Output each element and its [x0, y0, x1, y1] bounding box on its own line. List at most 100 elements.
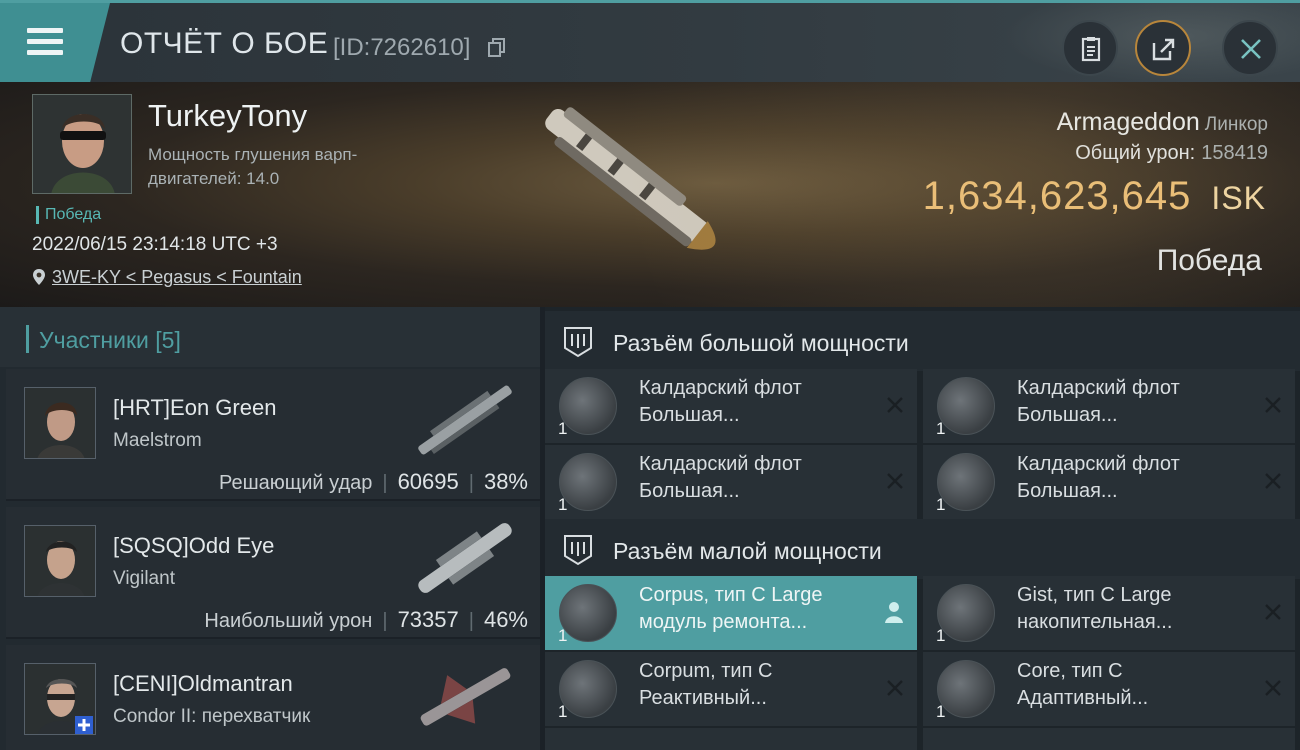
participant-damage: 73357 [397, 607, 459, 632]
module-name-line2: Большая... [639, 480, 740, 502]
module-item[interactable]: 1 Core, тип C Адаптивный... [923, 652, 1295, 726]
participant-row[interactable]: [SQSQ]Odd Eye Vigilant Наибольший урон | 7… [6, 507, 540, 639]
module-icon [937, 377, 995, 435]
module-name-line1: Corpum, тип C [639, 660, 773, 682]
module-name-line2: Большая... [1017, 480, 1118, 502]
location-link[interactable]: 3WE-KY < Pegasus < Fountain [52, 267, 302, 287]
slot-icon [564, 535, 592, 566]
clipboard-icon [1081, 37, 1101, 62]
participant-stats: Наибольший урон | 73357 | 46% [204, 607, 528, 632]
module-name-line2: накопительная... [1017, 611, 1173, 633]
participant-damage: 60695 [397, 469, 459, 494]
close-button[interactable] [1222, 20, 1278, 76]
module-qty: 1 [936, 495, 946, 514]
battle-result: Победа [1156, 244, 1262, 277]
copy-icon[interactable] [488, 38, 506, 58]
report-id: [ID:7262610] [333, 34, 471, 61]
ship-class: Линкор [1204, 114, 1268, 135]
kill-datetime: 2022/06/15 23:14:18 UTC +3 [32, 234, 278, 255]
page-title: ОТЧЁТ О БОЕ [120, 27, 329, 60]
module-item[interactable]: 1 Калдарский флот Большая... [923, 445, 1295, 519]
total-damage-label: Общий урон: [1075, 142, 1196, 164]
participant-ship-image [418, 385, 512, 455]
remove-icon[interactable] [885, 471, 905, 491]
participant-percent: 38% [483, 469, 528, 494]
module-icon [559, 453, 617, 511]
module-item[interactable] [923, 728, 1295, 750]
module-icon [559, 660, 617, 718]
avatar [24, 525, 96, 597]
module-name-line2: Большая... [1017, 404, 1118, 426]
module-item[interactable]: 1 Калдарский флот Большая... [545, 369, 917, 443]
module-name-line1: Калдарский флот [1017, 377, 1180, 399]
kill-location[interactable]: 3WE-KY < Pegasus < Fountain [32, 267, 302, 288]
top-bar: ОТЧЁТ О БОЕ [ID:7262610] [0, 0, 1300, 85]
menu-button[interactable] [0, 3, 110, 82]
low-slot-header: Разъём малой мощности [545, 519, 1300, 579]
participants-title: Участники [5] [39, 327, 181, 353]
share-icon [1152, 38, 1175, 61]
module-name-line1: Калдарский флот [1017, 453, 1180, 475]
module-item[interactable]: 1 Калдарский флот Большая... [545, 445, 917, 519]
participant-role: Наибольший урон [204, 610, 373, 632]
person-icon[interactable] [883, 600, 905, 624]
clipboard-button[interactable] [1062, 20, 1118, 76]
module-name-line1: Corpus, тип C Large [639, 584, 823, 606]
module-name: Corpus, тип C Large модуль ремонта... [639, 582, 869, 636]
remove-icon[interactable] [885, 395, 905, 415]
victim-ship-name[interactable]: Armageddon Линкор [1057, 108, 1268, 137]
module-item[interactable]: 1 Corpum, тип C Реактивный... [545, 652, 917, 726]
module-name-line2: Адаптивный... [1017, 687, 1149, 709]
module-icon [559, 377, 617, 435]
module-item[interactable] [545, 728, 917, 750]
module-qty: 1 [558, 702, 568, 721]
close-icon [1241, 39, 1261, 59]
participant-percent: 46% [483, 607, 528, 632]
low-slot-title: Разъём малой мощности [613, 538, 882, 564]
fitting-panel: Разъём большой мощности 1 Калдарский фло… [545, 307, 1300, 750]
module-name-line1: Gist, тип C Large [1017, 584, 1172, 606]
participant-row[interactable]: [HRT]Eon Green Maelstrom Решающий удар | 6… [6, 369, 540, 501]
remove-icon[interactable] [1263, 395, 1283, 415]
participant-ship: Vigilant [113, 568, 175, 589]
module-name: Калдарский флот Большая... [1017, 451, 1247, 505]
module-qty: 1 [558, 495, 568, 514]
module-qty: 1 [936, 626, 946, 645]
remove-icon[interactable] [1263, 602, 1283, 622]
module-name-line1: Калдарский флот [639, 377, 802, 399]
module-item[interactable]: 1 Gist, тип C Large накопительная... [923, 576, 1295, 650]
share-button[interactable] [1135, 20, 1191, 76]
participant-ship: Maelstrom [113, 430, 202, 451]
participants-panel: Участники [5] [HRT]Eon Green Maelstrom Р… [0, 307, 540, 750]
module-item[interactable]: 1 Corpus, тип C Large модуль ремонта... [545, 576, 917, 650]
module-item[interactable]: 1 Калдарский флот Большая... [923, 369, 1295, 443]
remove-icon[interactable] [885, 678, 905, 698]
module-icon [937, 584, 995, 642]
victim-ship-image [545, 107, 716, 250]
module-name-line2: Реактивный... [639, 687, 767, 709]
remove-icon[interactable] [1263, 471, 1283, 491]
module-icon [937, 453, 995, 511]
module-name-line2: Большая... [639, 404, 740, 426]
participant-role: Решающий удар [219, 472, 373, 494]
module-name: Gist, тип C Large накопительная... [1017, 582, 1247, 636]
module-name: Core, тип C Адаптивный... [1017, 658, 1247, 712]
module-name-line1: Калдарский флот [639, 453, 802, 475]
remove-icon[interactable] [1263, 678, 1283, 698]
module-name-line1: Core, тип C [1017, 660, 1123, 682]
participant-name: [SQSQ]Odd Eye [113, 533, 275, 558]
module-name: Калдарский флот Большая... [639, 375, 869, 429]
ship-name-text: Armageddon [1056, 108, 1200, 136]
isk-unit: ISK [1211, 180, 1266, 216]
participant-name: [CENI]Oldmantran [113, 671, 293, 696]
menu-icon [27, 28, 63, 56]
warp-jam-strength: Мощность глушения варп-двигателей: 14.0 [148, 145, 358, 188]
participant-row[interactable]: [CENI]Oldmantran Condor II: перехватчик [6, 645, 540, 750]
avatar [24, 663, 96, 735]
slot-icon [564, 327, 592, 358]
high-slot-header: Разъём большой мощности [545, 311, 1300, 371]
location-pin-icon [33, 269, 45, 285]
module-name: Калдарский флот Большая... [639, 451, 869, 505]
participant-stats: Решающий удар | 60695 | 38% [219, 469, 528, 494]
pilot-name[interactable]: TurkeyTony [148, 98, 307, 134]
